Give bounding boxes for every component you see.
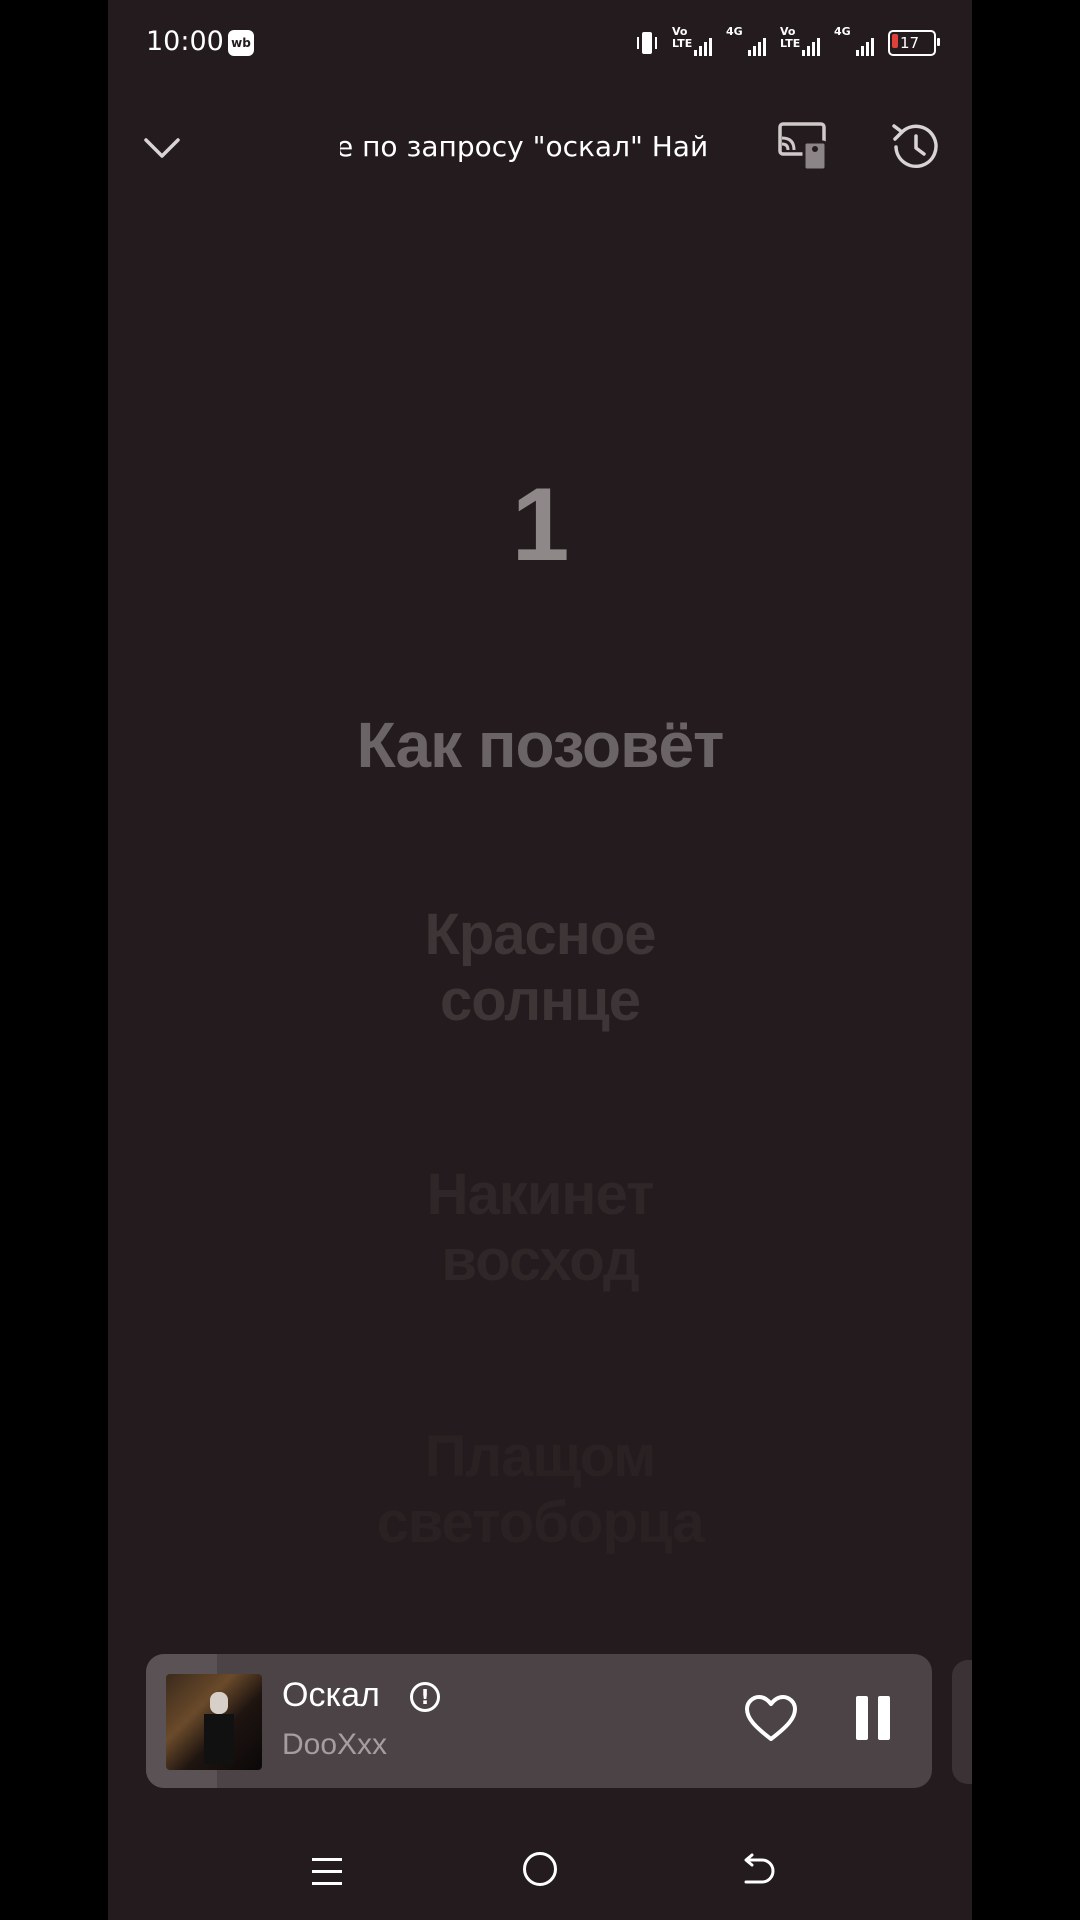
- battery-level: 17: [900, 34, 920, 52]
- sim2-volte-label: Vo LTE: [780, 25, 801, 50]
- system-nav-bar: [108, 1830, 972, 1920]
- chevron-down-icon[interactable]: [142, 128, 182, 168]
- status-bar: 10:00 wb Vo LTE 4G Vo LTE 4G 17: [108, 0, 972, 90]
- status-indicators: Vo LTE 4G Vo LTE 4G 17: [636, 25, 940, 60]
- history-icon[interactable]: [886, 118, 944, 176]
- sim2-network-label: 4G: [834, 25, 851, 38]
- lyric-line[interactable]: Плащом светоборца: [108, 1424, 972, 1556]
- track-title: Оскал: [282, 1676, 380, 1714]
- lyrics-countdown: 1: [511, 467, 570, 583]
- album-cover: [166, 1674, 262, 1770]
- lyric-line[interactable]: Красное солнце: [108, 902, 972, 1034]
- sim1-network-label: 4G: [726, 25, 743, 38]
- warning-icon[interactable]: !: [410, 1682, 440, 1712]
- sim2-network-icon: 4G: [834, 25, 874, 58]
- screen: 10:00 wb Vo LTE 4G Vo LTE 4G 17 е по зап…: [108, 0, 972, 1920]
- sim1-network-icon: 4G: [726, 25, 766, 58]
- vibrate-icon: [636, 29, 658, 57]
- wb-app-icon: wb: [228, 30, 254, 56]
- cast-devices-icon[interactable]: [776, 120, 832, 174]
- back-icon[interactable]: [738, 1852, 778, 1892]
- mini-player[interactable]: Оскал ! DooXxx: [146, 1654, 932, 1788]
- track-artist[interactable]: DooXxx: [282, 1728, 387, 1762]
- lyric-line-text: Накинет восход: [426, 1162, 655, 1293]
- status-time: 10:00: [146, 26, 224, 57]
- sim1-volte-label: Vo LTE: [672, 25, 693, 50]
- sim1-signal-icon: Vo LTE: [672, 25, 712, 58]
- lyric-line-text: Красное солнце: [424, 902, 656, 1033]
- menu-icon[interactable]: [308, 1852, 348, 1892]
- sim2-signal-icon: Vo LTE: [780, 25, 820, 58]
- player-header: е по запросу "оскал" Най: [108, 100, 972, 190]
- battery-icon: 17: [888, 30, 940, 56]
- lyric-line-current[interactable]: Как позовёт: [108, 708, 972, 782]
- next-track-card[interactable]: [952, 1660, 972, 1784]
- lyric-line[interactable]: Накинет восход: [108, 1162, 972, 1294]
- source-marquee-text: е по запросу "оскал" Най: [340, 130, 709, 163]
- home-icon[interactable]: [523, 1852, 557, 1886]
- pause-icon[interactable]: [856, 1696, 896, 1746]
- source-marquee: е по запросу "оскал" Най: [340, 124, 740, 170]
- lyric-line-text: Плащом светоборца: [376, 1424, 704, 1555]
- heart-icon[interactable]: [744, 1694, 798, 1744]
